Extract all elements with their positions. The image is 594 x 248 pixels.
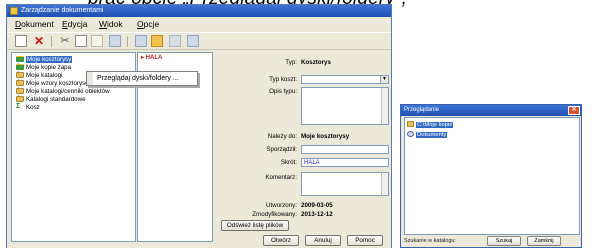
toolbar-separator bbox=[127, 36, 128, 47]
window-title: Przeglądanie bbox=[404, 107, 440, 113]
list-item[interactable]: C:\Moje kopie bbox=[407, 121, 454, 129]
nalezy-value: Moje kosztorysy bbox=[301, 133, 350, 140]
sporzadzil-label: Sporządził: bbox=[266, 146, 297, 153]
help-button[interactable]: Pomoc bbox=[347, 235, 383, 246]
context-menu: Przeglądaj dyski/foldery ... bbox=[86, 71, 198, 86]
open-button[interactable]: Otwórz bbox=[263, 235, 299, 246]
menu-edycja[interactable]: Edycja bbox=[62, 17, 88, 31]
large-icons-view-icon[interactable] bbox=[135, 35, 147, 47]
cancel-button[interactable]: Anuluj bbox=[305, 235, 341, 246]
skrot-label: Skrót: bbox=[280, 159, 297, 166]
folder-list[interactable]: C:\Moje kopie Dokumenty bbox=[404, 117, 580, 235]
folder-icon bbox=[16, 96, 24, 103]
zmodyfikowany-value: 2013-12-12 bbox=[301, 211, 333, 218]
delete-icon[interactable]: ✕ bbox=[33, 35, 45, 47]
details-view-icon[interactable] bbox=[151, 35, 163, 47]
tree-item-moje-kopie[interactable]: Moje kopie zapa bbox=[16, 64, 71, 71]
properties-icon[interactable] bbox=[109, 35, 121, 47]
tree-item-katalogi-standardowe[interactable]: Katalogi standardowe bbox=[16, 96, 86, 103]
utworzony-value: 2009-03-05 bbox=[301, 202, 333, 209]
menu-widok[interactable]: Widok bbox=[99, 17, 123, 31]
drive-icon bbox=[407, 131, 414, 138]
search-button[interactable]: Szukaj bbox=[487, 236, 521, 246]
opis-textarea[interactable] bbox=[301, 87, 389, 125]
scrollbar[interactable] bbox=[381, 173, 388, 195]
zmodyfikowany-label: Zmodyfikowany: bbox=[252, 211, 297, 218]
sporzadzil-field[interactable] bbox=[301, 145, 389, 154]
folder-icon bbox=[16, 80, 24, 87]
tree-item-moje-cenniki[interactable]: Moje katalogi/cenniki obiektów bbox=[16, 88, 110, 95]
tree-item-moje-wzory[interactable]: Moje wzory kosztorysów bbox=[16, 80, 93, 87]
close-icon[interactable]: ✕ bbox=[568, 106, 580, 115]
status-text: Szukanie w katalogu: bbox=[404, 238, 456, 244]
app-icon bbox=[10, 7, 18, 15]
copy-icon[interactable] bbox=[75, 35, 87, 47]
scrollbar[interactable] bbox=[381, 88, 388, 124]
context-menu-item-browse[interactable]: Przeglądaj dyski/foldery ... bbox=[97, 75, 179, 82]
close-button[interactable]: Zamknij bbox=[527, 236, 561, 246]
typ-value: Kosztorys bbox=[301, 59, 331, 66]
komentarz-label: Komentarz: bbox=[265, 174, 297, 181]
filter-icon[interactable] bbox=[187, 35, 199, 47]
typ-label: Typ: bbox=[285, 59, 297, 66]
new-document-icon[interactable] bbox=[15, 35, 27, 47]
tree-item-kosz[interactable]: Σ Kosz bbox=[16, 103, 40, 111]
toolbar: ✕ ✂ bbox=[7, 32, 391, 50]
menu-opcje[interactable]: Opcje bbox=[137, 17, 159, 31]
paste-icon[interactable] bbox=[91, 35, 103, 47]
refresh-list-button[interactable]: Odśwież listę plików bbox=[221, 220, 289, 231]
komentarz-textarea[interactable] bbox=[301, 172, 389, 196]
browse-window: Przeglądanie ✕ C:\Moje kopie Dokumenty S… bbox=[400, 104, 582, 248]
list-view-icon[interactable] bbox=[169, 35, 181, 47]
folder-icon bbox=[407, 121, 414, 128]
opis-label: Opis typu: bbox=[269, 88, 297, 95]
folder-icon bbox=[16, 88, 24, 95]
typ-koszt-label: Typ koszt: bbox=[269, 76, 297, 83]
green-folder-icon bbox=[16, 56, 24, 63]
document-manager-window: Zarządzanie dokumentami Dokument Edycja … bbox=[6, 4, 392, 248]
menu-dokument[interactable]: Dokument bbox=[15, 17, 54, 31]
chevron-down-icon[interactable]: ▼ bbox=[380, 76, 388, 83]
cut-icon[interactable]: ✂ bbox=[59, 35, 71, 47]
list-item[interactable]: Dokumenty bbox=[407, 131, 448, 139]
properties-panel: Typ: Kosztorys Typ koszt: ▼ Opis typu: N… bbox=[217, 52, 392, 237]
green-folder-icon bbox=[16, 64, 24, 71]
typ-koszt-select[interactable]: ▼ bbox=[301, 75, 389, 84]
tree-item-moje-katalogi[interactable]: Moje katalogi bbox=[16, 72, 62, 79]
title-bar[interactable]: Zarządzanie dokumentami bbox=[7, 5, 391, 17]
nalezy-label: Należy do: bbox=[267, 133, 297, 140]
menu-bar: Dokument Edycja Widok Opcje bbox=[7, 17, 391, 31]
folder-icon bbox=[16, 72, 24, 79]
utworzony-label: Utworzony: bbox=[266, 202, 297, 209]
tree-item-moje-kosztorysy[interactable]: Moje kosztorysy bbox=[16, 56, 73, 63]
title-bar[interactable]: Przeglądanie ✕ bbox=[401, 105, 581, 116]
sum-icon: Σ bbox=[16, 103, 21, 111]
list-item[interactable]: ▸ HALA bbox=[141, 54, 162, 61]
toolbar-separator bbox=[51, 36, 52, 47]
skrot-field[interactable]: HALA bbox=[301, 158, 389, 167]
window-title: Zarządzanie dokumentami bbox=[21, 7, 104, 14]
page: brać opcję „Przeglądaj dyski/foldery”, Z… bbox=[0, 0, 594, 248]
